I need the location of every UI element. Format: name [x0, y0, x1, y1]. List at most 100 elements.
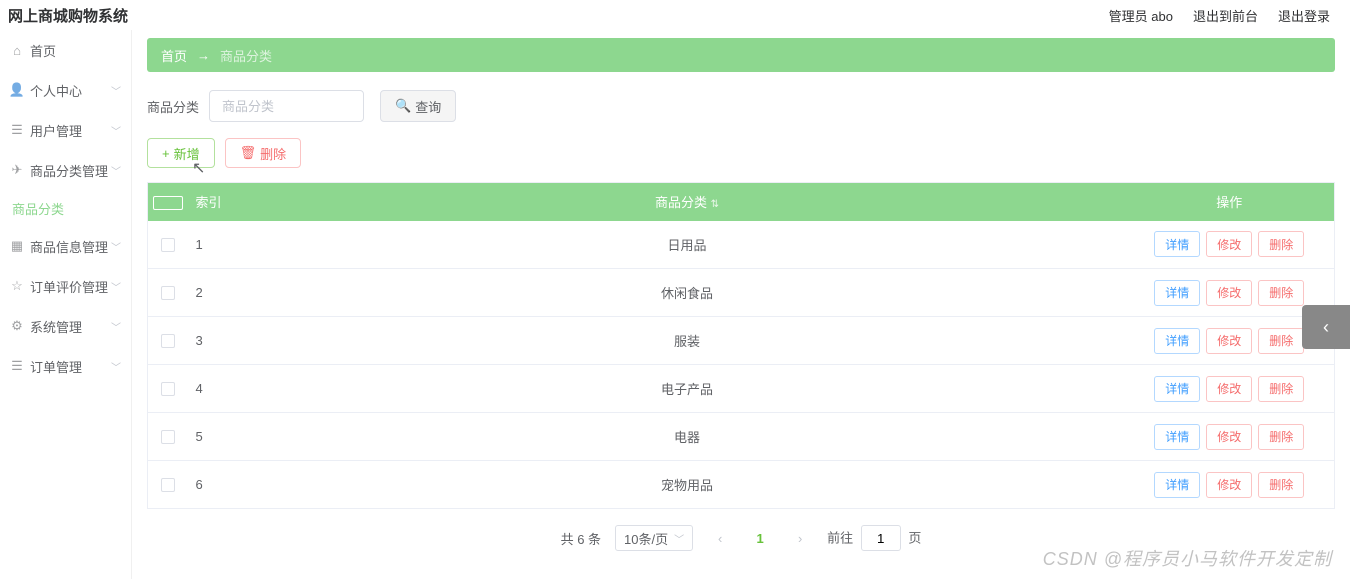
- table-header-row: 索引 商品分类 ⇅ 操作: [148, 183, 1335, 221]
- breadcrumb-home[interactable]: 首页: [161, 46, 187, 65]
- sidebar-item-users[interactable]: ☰ 用户管理 ﹀: [0, 110, 131, 150]
- next-page-button[interactable]: ›: [787, 525, 813, 551]
- row-checkbox-cell: [148, 317, 188, 365]
- filter-label: 商品分类: [147, 97, 199, 116]
- list-icon: ☰: [10, 359, 24, 373]
- table-row: 1日用品详情修改删除: [148, 221, 1335, 269]
- table-row: 5电器详情修改删除: [148, 413, 1335, 461]
- row-edit-button[interactable]: 修改: [1206, 472, 1252, 498]
- row-index: 6: [188, 461, 250, 509]
- row-edit-button[interactable]: 修改: [1206, 424, 1252, 450]
- row-ops: 详情修改删除: [1125, 365, 1335, 413]
- action-row: + 新增 🗑 删除: [147, 138, 1335, 168]
- sidebar-item-home[interactable]: ⌂ 首页: [0, 30, 131, 70]
- row-ops: 详情修改删除: [1125, 221, 1335, 269]
- row-delete-button[interactable]: 删除: [1258, 231, 1304, 257]
- sidebar-item-label: 订单管理: [30, 357, 111, 376]
- drawer-handle[interactable]: ‹: [1302, 305, 1350, 349]
- category-table: 索引 商品分类 ⇅ 操作 1日用品详情修改删除2休闲食品详情修改删除3服装详情修…: [147, 182, 1335, 509]
- row-category: 电器: [250, 413, 1125, 461]
- chevron-down-icon: ﹀: [111, 83, 121, 98]
- row-delete-button[interactable]: 删除: [1258, 472, 1304, 498]
- home-icon: ⌂: [10, 43, 24, 57]
- breadcrumb: 首页 → 商品分类: [147, 38, 1335, 72]
- sidebar-item-label: 订单评价管理: [30, 277, 111, 296]
- sidebar-sub-category[interactable]: 商品分类: [0, 190, 131, 226]
- admin-label[interactable]: 管理员 abo: [1109, 6, 1173, 25]
- jump-prefix: 前往: [827, 531, 853, 546]
- row-delete-button[interactable]: 删除: [1258, 280, 1304, 306]
- row-edit-button[interactable]: 修改: [1206, 376, 1252, 402]
- header-checkbox-cell: [148, 183, 188, 221]
- delete-label: 删除: [260, 144, 286, 163]
- select-all-checkbox[interactable]: [153, 196, 183, 210]
- table-row: 6宠物用品详情修改删除: [148, 461, 1335, 509]
- page-size-select[interactable]: 10条/页 ﹀: [615, 525, 693, 551]
- row-edit-button[interactable]: 修改: [1206, 328, 1252, 354]
- search-button[interactable]: 🔍 查询: [380, 90, 456, 122]
- row-checkbox-cell: [148, 269, 188, 317]
- row-category: 服装: [250, 317, 1125, 365]
- row-detail-button[interactable]: 详情: [1154, 472, 1200, 498]
- header-index: 索引: [188, 183, 250, 221]
- sidebar-item-category[interactable]: ✈ 商品分类管理 ﹀: [0, 150, 131, 190]
- row-detail-button[interactable]: 详情: [1154, 231, 1200, 257]
- container: ⌂ 首页 👤 个人中心 ﹀ ☰ 用户管理 ﹀ ✈ 商品分类管理 ﹀ 商品分类 ▦…: [0, 30, 1350, 579]
- page-size-label: 10条/页: [624, 529, 668, 548]
- send-icon: ✈: [10, 163, 24, 177]
- sidebar-item-orders[interactable]: ☰ 订单管理 ﹀: [0, 346, 131, 386]
- chevron-down-icon: ﹀: [674, 531, 684, 546]
- breadcrumb-arrow: →: [197, 48, 210, 63]
- sidebar-item-reviews[interactable]: ☆ 订单评价管理 ﹀: [0, 266, 131, 306]
- table-row: 2休闲食品详情修改删除: [148, 269, 1335, 317]
- row-edit-button[interactable]: 修改: [1206, 280, 1252, 306]
- header-right: 管理员 abo 退出到前台 退出登录: [1109, 6, 1330, 25]
- row-checkbox[interactable]: [161, 382, 175, 396]
- chevron-down-icon: ﹀: [111, 279, 121, 294]
- page-jump-input[interactable]: [861, 525, 901, 551]
- add-button[interactable]: + 新增: [147, 138, 215, 168]
- sidebar-item-products[interactable]: ▦ 商品信息管理 ﹀: [0, 226, 131, 266]
- row-index: 4: [188, 365, 250, 413]
- row-ops: 详情修改删除: [1125, 461, 1335, 509]
- sidebar-item-profile[interactable]: 👤 个人中心 ﹀: [0, 70, 131, 110]
- header-category[interactable]: 商品分类 ⇅: [250, 183, 1125, 221]
- jump-suffix: 页: [908, 531, 921, 546]
- sidebar-item-label: 用户管理: [30, 121, 111, 140]
- logout-link[interactable]: 退出登录: [1278, 6, 1330, 25]
- header-ops: 操作: [1125, 183, 1335, 221]
- row-category: 电子产品: [250, 365, 1125, 413]
- add-label: 新增: [174, 144, 200, 163]
- row-delete-button[interactable]: 删除: [1258, 328, 1304, 354]
- star-icon: ☆: [10, 279, 24, 293]
- delete-button[interactable]: 🗑 删除: [225, 138, 302, 168]
- category-search-input[interactable]: [209, 90, 364, 122]
- table-row: 4电子产品详情修改删除: [148, 365, 1335, 413]
- search-label: 查询: [415, 97, 441, 116]
- sidebar-item-label: 个人中心: [30, 81, 111, 100]
- header: 网上商城购物系统 管理员 abo 退出到前台 退出登录: [0, 0, 1350, 30]
- row-checkbox-cell: [148, 365, 188, 413]
- row-checkbox[interactable]: [161, 238, 175, 252]
- prev-page-button[interactable]: ‹: [707, 525, 733, 551]
- row-edit-button[interactable]: 修改: [1206, 231, 1252, 257]
- row-detail-button[interactable]: 详情: [1154, 328, 1200, 354]
- row-detail-button[interactable]: 详情: [1154, 280, 1200, 306]
- chevron-down-icon: ﹀: [111, 123, 121, 138]
- row-index: 1: [188, 221, 250, 269]
- row-delete-button[interactable]: 删除: [1258, 424, 1304, 450]
- row-delete-button[interactable]: 删除: [1258, 376, 1304, 402]
- to-front-link[interactable]: 退出到前台: [1193, 6, 1258, 25]
- row-checkbox[interactable]: [161, 334, 175, 348]
- sidebar-item-system[interactable]: ⚙ 系统管理 ﹀: [0, 306, 131, 346]
- row-detail-button[interactable]: 详情: [1154, 376, 1200, 402]
- plus-icon: +: [162, 146, 170, 161]
- chevron-down-icon: ﹀: [111, 359, 121, 374]
- row-checkbox[interactable]: [161, 286, 175, 300]
- row-checkbox[interactable]: [161, 430, 175, 444]
- current-page[interactable]: 1: [747, 531, 773, 546]
- row-detail-button[interactable]: 详情: [1154, 424, 1200, 450]
- row-checkbox-cell: [148, 461, 188, 509]
- row-index: 3: [188, 317, 250, 365]
- row-checkbox[interactable]: [161, 478, 175, 492]
